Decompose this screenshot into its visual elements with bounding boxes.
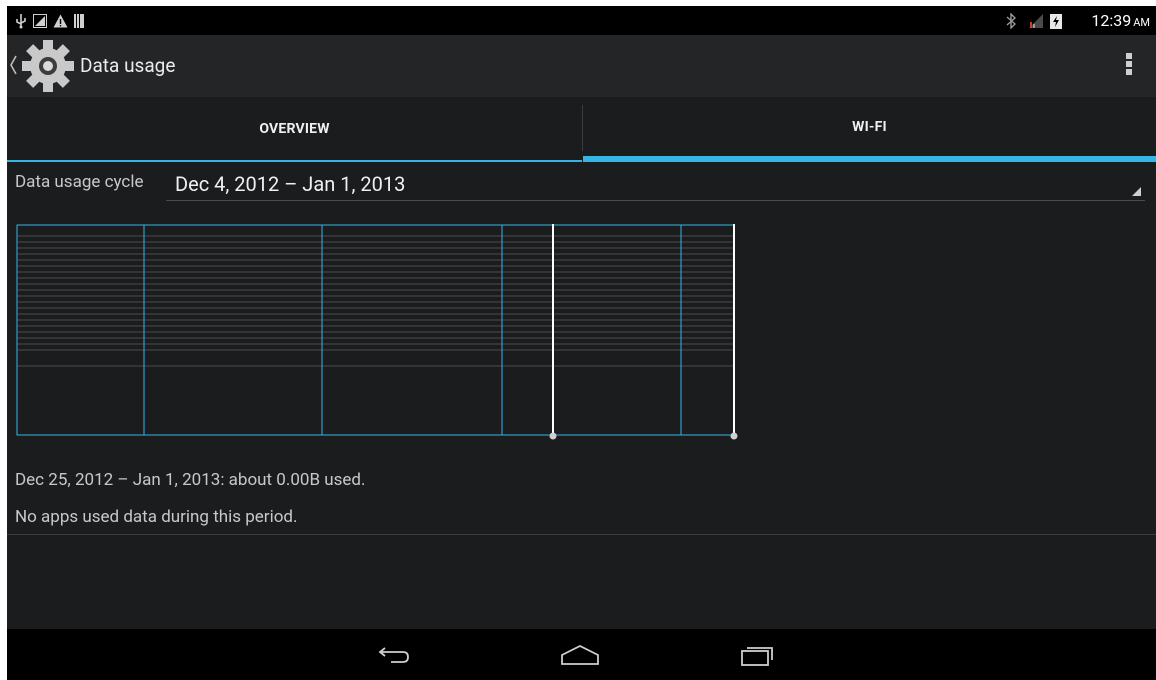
storage-icon <box>74 6 84 35</box>
action-bar: Data usage <box>7 35 1156 97</box>
gear-icon[interactable] <box>21 39 75 97</box>
screen: 12:39 AM Data usage OVERVIEW WI-FI Data … <box>7 6 1156 680</box>
chart-frame <box>16 224 735 436</box>
bluetooth-icon <box>1006 6 1016 35</box>
back-icon[interactable] <box>369 640 419 670</box>
cycle-start-handle[interactable] <box>549 432 557 440</box>
usage-summary: Dec 25, 2012 – Jan 1, 2013: about 0.00B … <box>15 470 366 490</box>
usage-chart[interactable] <box>16 224 738 454</box>
signal-icon <box>1028 6 1044 35</box>
cycle-end-handle[interactable] <box>730 432 738 440</box>
list-divider <box>7 534 1156 535</box>
tab-wifi-label: WI-FI <box>852 118 887 135</box>
usb-icon <box>15 6 27 35</box>
tab-wifi[interactable]: WI-FI <box>583 97 1156 162</box>
page-title: Data usage <box>80 54 176 77</box>
tab-overview-label: OVERVIEW <box>259 120 330 137</box>
navigation-bar <box>7 629 1156 680</box>
spinner-arrow-icon <box>1132 187 1141 196</box>
no-apps-message: No apps used data during this period. <box>15 507 298 527</box>
notification-icon <box>33 6 47 35</box>
cycle-spinner[interactable]: Dec 4, 2012 – Jan 1, 2013 <box>166 165 1145 201</box>
clock: 12:39 AM <box>1091 11 1150 30</box>
home-icon[interactable] <box>555 640 605 670</box>
chevron-left-icon[interactable] <box>9 54 17 80</box>
tab-bar: OVERVIEW WI-FI <box>7 97 1156 162</box>
battery-icon <box>1050 6 1062 35</box>
status-bar: 12:39 AM <box>7 6 1156 35</box>
cycle-label: Data usage cycle <box>15 172 144 192</box>
overflow-menu-icon[interactable] <box>1124 53 1134 79</box>
warning-icon <box>53 6 68 35</box>
cycle-value: Dec 4, 2012 – Jan 1, 2013 <box>175 172 406 196</box>
tab-overview[interactable]: OVERVIEW <box>7 97 582 162</box>
recent-apps-icon[interactable] <box>732 640 782 670</box>
